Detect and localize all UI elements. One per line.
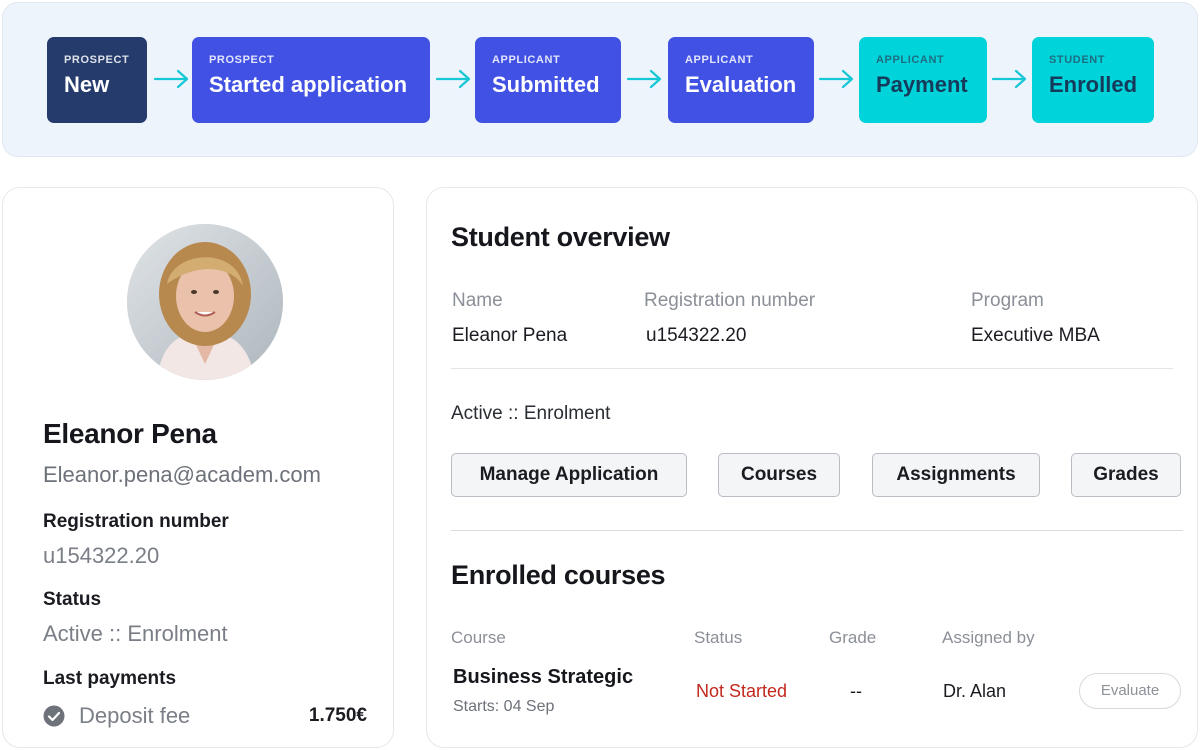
status-label: Status	[43, 589, 102, 610]
program-header: Program	[971, 290, 1044, 311]
manage-application-button[interactable]: Manage Application	[451, 453, 687, 497]
divider	[451, 368, 1173, 369]
stage-tag: PROSPECT	[209, 54, 275, 66]
registration-header: Registration number	[644, 290, 816, 311]
stage-tag: STUDENT	[1049, 54, 1106, 66]
arrow-right-icon	[991, 69, 1027, 89]
name-value: Eleanor Pena	[452, 325, 568, 346]
stage-submitted[interactable]: APPLICANT Submitted	[475, 37, 621, 123]
grade-header: Grade	[829, 628, 877, 647]
enrolment-status: Active :: Enrolment	[451, 403, 611, 424]
overview-title: Student overview	[451, 222, 670, 252]
registration-label: Registration number	[43, 511, 229, 532]
payment-row: Deposit fee 1.750€	[43, 702, 367, 732]
arrow-right-icon	[818, 69, 854, 89]
student-photo	[127, 224, 283, 380]
grades-button[interactable]: Grades	[1071, 453, 1181, 497]
stage-evaluation[interactable]: APPLICANT Evaluation	[668, 37, 814, 123]
payment-name: Deposit fee	[79, 703, 191, 728]
stage-payment[interactable]: APPLICANT Payment	[859, 37, 987, 123]
course-header: Course	[451, 628, 506, 647]
stage-label: Started application	[209, 72, 408, 97]
registration-value: u154322.20	[646, 325, 747, 346]
stage-label: Evaluation	[685, 72, 797, 97]
stage-tag: PROSPECT	[64, 54, 130, 66]
student-profile-card: Eleanor Pena Eleanor.pena@academ.com Reg…	[2, 187, 394, 748]
arrow-right-icon	[626, 69, 662, 89]
assigned-by-header: Assigned by	[942, 628, 1035, 647]
enrolment-pipeline: PROSPECT New PROSPECT Started applicatio…	[2, 2, 1198, 157]
stage-enrolled[interactable]: STUDENT Enrolled	[1032, 37, 1154, 123]
arrow-right-icon	[435, 69, 471, 89]
student-email[interactable]: Eleanor.pena@academ.com	[43, 462, 321, 488]
course-start-date: Starts: 04 Sep	[453, 698, 555, 715]
stage-tag: APPLICANT	[685, 54, 754, 66]
divider	[451, 530, 1183, 531]
status-header: Status	[694, 628, 743, 647]
assignments-button[interactable]: Assignments	[872, 453, 1040, 497]
courses-button[interactable]: Courses	[718, 453, 840, 497]
stage-new[interactable]: PROSPECT New	[47, 37, 147, 123]
stage-tag: APPLICANT	[876, 54, 945, 66]
check-circle-icon	[43, 705, 65, 727]
last-payments-label: Last payments	[43, 668, 177, 689]
stage-tag: APPLICANT	[492, 54, 561, 66]
stage-label: New	[64, 72, 110, 97]
student-name: Eleanor Pena	[43, 418, 217, 449]
course-status: Not Started	[696, 681, 788, 701]
assigned-by: Dr. Alan	[943, 681, 1007, 701]
registration-value: u154322.20	[43, 543, 160, 568]
status-value: Active :: Enrolment	[43, 621, 228, 646]
evaluate-button[interactable]: Evaluate	[1079, 673, 1181, 709]
stage-label: Enrolled	[1049, 72, 1138, 97]
course-grade: --	[850, 681, 862, 701]
stage-label: Payment	[876, 72, 968, 97]
enrolled-courses-title: Enrolled courses	[451, 560, 666, 590]
name-header: Name	[452, 290, 503, 311]
stage-label: Submitted	[492, 72, 600, 97]
student-overview-card: Student overview Name Eleanor Pena Regis…	[426, 187, 1198, 748]
arrow-right-icon	[153, 69, 189, 89]
stage-started-application[interactable]: PROSPECT Started application	[192, 37, 430, 123]
avatar	[127, 224, 283, 380]
program-value: Executive MBA	[971, 325, 1100, 346]
payment-amount: 1.750€	[308, 705, 367, 726]
course-name[interactable]: Business Strategic	[453, 666, 633, 689]
